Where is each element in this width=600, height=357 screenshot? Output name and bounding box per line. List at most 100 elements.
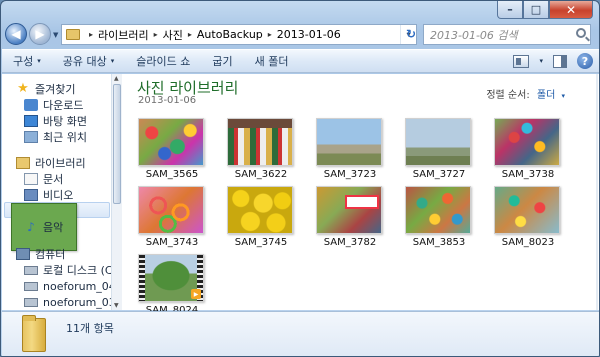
- sidebar-item-libraries[interactable]: 라이브러리: [16, 155, 86, 171]
- breadcrumb-separator[interactable]: ▸: [188, 30, 192, 39]
- refresh-icon: ↻: [405, 27, 417, 41]
- photo-thumbnail: [227, 118, 293, 166]
- file-item[interactable]: SAM_3782: [310, 186, 398, 248]
- folder-icon: [22, 315, 46, 352]
- drive-icon: [24, 297, 38, 307]
- sidebar-item-label: noeforum_04 (D: [43, 279, 120, 293]
- star-icon: ★: [17, 81, 29, 96]
- photo-thumbnail: [138, 186, 204, 234]
- file-item[interactable]: SAM_3565: [132, 118, 220, 180]
- sidebar-item-recent-places[interactable]: 최근 위치: [24, 129, 87, 145]
- sidebar-item-label: 최근 위치: [43, 131, 87, 144]
- video-thumbnail: ▶: [138, 254, 204, 302]
- sidebar-item-music[interactable]: ♪ 음악: [24, 219, 63, 235]
- arrange-by-dropdown[interactable]: 폴더: [537, 90, 555, 101]
- sidebar-item-desktop[interactable]: 바탕 화면: [24, 113, 87, 129]
- breadcrumb-pictures[interactable]: 사진: [163, 27, 183, 43]
- file-item[interactable]: SAM_3738: [488, 118, 576, 180]
- breadcrumb-separator[interactable]: ▸: [89, 30, 93, 39]
- photo-thumbnail: [405, 118, 471, 166]
- search-placeholder: 2013-01-06 검색: [430, 28, 518, 42]
- search-input[interactable]: 2013-01-06 검색: [423, 24, 591, 45]
- close-button[interactable]: ✕: [549, 1, 593, 19]
- library-subtitle: 2013-01-06: [138, 95, 197, 106]
- file-item[interactable]: SAM_3745: [221, 186, 309, 248]
- sidebar-item-label: 비디오: [43, 189, 74, 202]
- burn-button[interactable]: 굽기: [201, 53, 243, 69]
- chevron-down-icon: ▾: [561, 92, 565, 100]
- breadcrumb-separator[interactable]: ▸: [154, 30, 158, 39]
- scrollbar-thumb[interactable]: [113, 84, 121, 204]
- scroll-down-icon[interactable]: ▼: [114, 302, 119, 309]
- photo-thumbnail: [494, 186, 560, 234]
- refresh-button[interactable]: ↻: [403, 25, 419, 43]
- slideshow-button[interactable]: 슬라이드 쇼: [125, 53, 201, 69]
- share-with-button[interactable]: 공유 대상 ▾: [52, 53, 126, 69]
- music-icon: ♪: [27, 220, 35, 234]
- address-bar[interactable]: ▸ 라이브러리 ▸ 사진 ▸ AutoBackup ▸ 2013-01-06 ▾: [61, 24, 417, 45]
- sidebar-item-drive-e[interactable]: noeforum_03 (E:: [24, 294, 120, 310]
- file-item[interactable]: SAM_3743: [132, 186, 220, 248]
- sidebar-item-drive-c[interactable]: 로컬 디스크 (C:): [24, 262, 120, 278]
- chevron-down-icon: ▾: [110, 57, 115, 65]
- sidebar-item-label: 라이브러리: [35, 157, 86, 170]
- preview-pane-icon[interactable]: [553, 54, 567, 68]
- share-with-label: 공유 대상: [62, 55, 107, 68]
- file-item[interactable]: SAM_3622: [221, 118, 309, 180]
- recent-pages-dropdown[interactable]: ▼: [53, 31, 58, 39]
- explorer-window: – □ ✕ ◀ ▶ ▼ ▸ 라이브러리 ▸ 사진 ▸ AutoBackup ▸ …: [0, 0, 600, 357]
- breadcrumb-separator[interactable]: ▸: [268, 30, 272, 39]
- sidebar-item-downloads[interactable]: 다운로드: [24, 97, 83, 113]
- back-button[interactable]: ◀: [5, 23, 27, 45]
- navigation-scrollbar[interactable]: ▲ ▼: [111, 74, 122, 310]
- content-scroll-gutter: [596, 74, 598, 310]
- help-icon[interactable]: ?: [577, 53, 593, 69]
- back-arrow-icon: ◀: [11, 27, 21, 41]
- sidebar-item-drive-d[interactable]: noeforum_04 (D: [24, 278, 120, 294]
- navigation-pane: ★ 즐겨찾기 다운로드 바탕 화면 최근 위치 라이브러리 문서 비디오 사진 ♪…: [2, 74, 121, 310]
- change-view-icon[interactable]: [513, 54, 530, 68]
- download-folder-icon: [24, 99, 38, 111]
- sidebar-item-favorites[interactable]: ★ 즐겨찾기: [16, 81, 75, 97]
- item-count: 11개 항목: [66, 322, 114, 335]
- drive-icon: [24, 265, 38, 275]
- forward-button[interactable]: ▶: [29, 23, 51, 45]
- computer-icon: [16, 248, 30, 260]
- file-name: SAM_3745: [234, 237, 288, 248]
- scroll-up-icon[interactable]: ▲: [114, 75, 119, 82]
- breadcrumb-autobackup[interactable]: AutoBackup: [197, 28, 263, 41]
- photo-thumbnail: [138, 118, 204, 166]
- sidebar-item-label: 다운로드: [43, 99, 84, 112]
- sidebar-item-pictures[interactable]: 사진: [4, 202, 110, 251]
- file-item[interactable]: SAM_3723: [310, 118, 398, 180]
- breadcrumb-date-folder[interactable]: 2013-01-06: [277, 28, 341, 41]
- sidebar-item-label: 컴퓨터: [35, 248, 66, 261]
- sidebar-item-label: 바탕 화면: [43, 115, 87, 128]
- sidebar-item-label: 문서: [43, 173, 64, 186]
- photo-thumbnail: [316, 118, 382, 166]
- library-icon: [16, 157, 30, 169]
- sidebar-item-documents[interactable]: 문서: [24, 171, 63, 187]
- file-item[interactable]: ▶ SAM_8024: [132, 254, 220, 316]
- breadcrumb-library[interactable]: 라이브러리: [98, 27, 149, 43]
- film-strip-icon: [139, 255, 145, 301]
- minimize-button[interactable]: –: [497, 1, 523, 19]
- details-pane: 11개 항목: [2, 311, 599, 356]
- sidebar-item-videos[interactable]: 비디오: [24, 187, 73, 203]
- sidebar-item-computer[interactable]: 컴퓨터: [16, 246, 65, 262]
- view-options-dropdown[interactable]: ▾: [539, 57, 543, 65]
- maximize-button[interactable]: □: [523, 1, 549, 19]
- recent-places-icon: [24, 131, 38, 143]
- file-item[interactable]: SAM_8023: [488, 186, 576, 248]
- file-list-pane: 사진 라이브러리 2013-01-06 정렬 순서: 폴더 ▾ SAM_3565…: [122, 74, 599, 316]
- organize-button[interactable]: 구성 ▾: [2, 53, 52, 69]
- organize-label: 구성: [13, 55, 34, 68]
- arrange-by-label: 정렬 순서:: [486, 90, 530, 101]
- address-row: ◀ ▶ ▼ ▸ 라이브러리 ▸ 사진 ▸ AutoBackup ▸ 2013-0…: [5, 23, 595, 47]
- file-item[interactable]: SAM_3727: [399, 118, 487, 180]
- documents-icon: [24, 173, 38, 185]
- new-folder-button[interactable]: 새 폴더: [244, 53, 300, 69]
- file-item[interactable]: SAM_3853: [399, 186, 487, 248]
- file-name: SAM_3782: [323, 237, 377, 248]
- sidebar-item-label: 음악: [43, 221, 64, 234]
